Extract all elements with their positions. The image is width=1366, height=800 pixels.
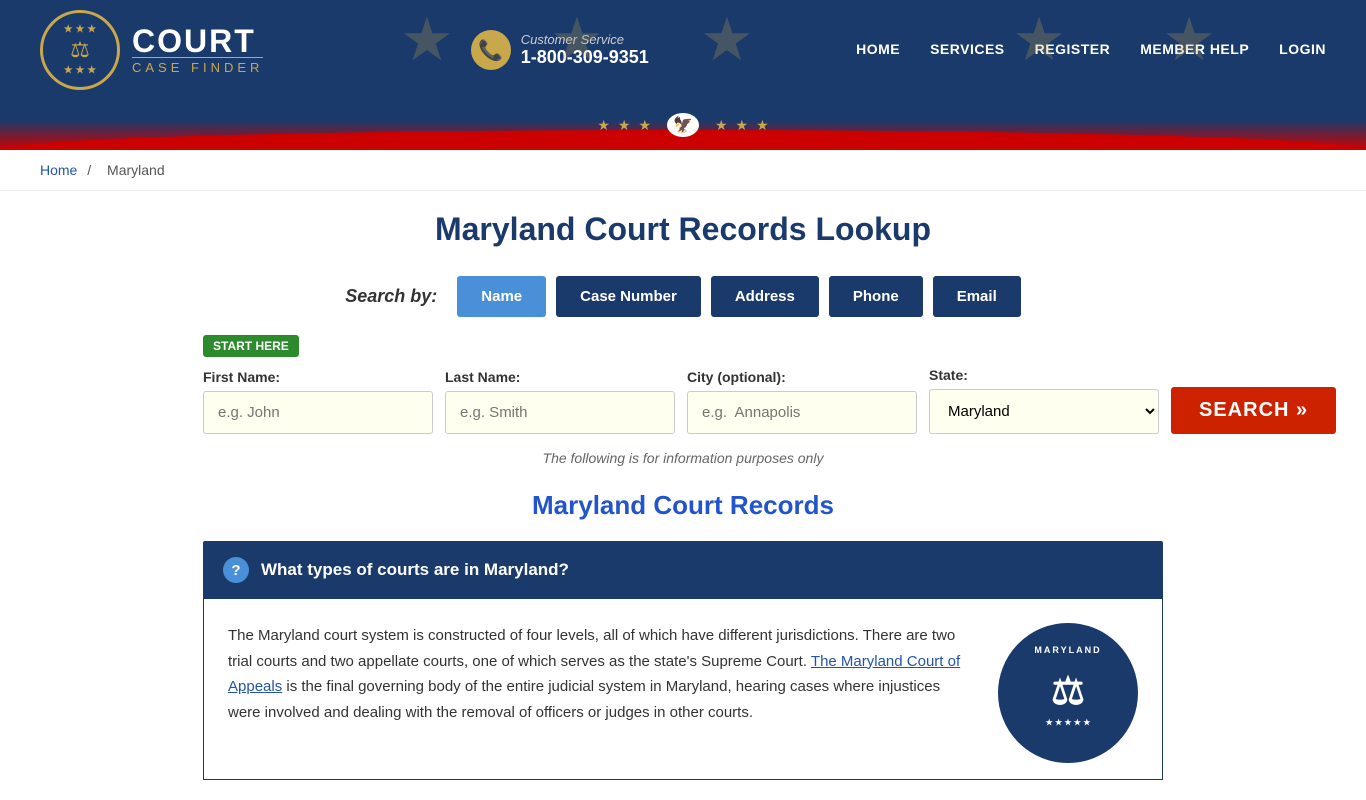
page-title: Maryland Court Records Lookup (203, 211, 1163, 248)
tab-case-number[interactable]: Case Number (556, 276, 701, 317)
main-nav: HOME SERVICES REGISTER MEMBER HELP LOGIN (856, 41, 1326, 59)
tab-phone[interactable]: Phone (829, 276, 923, 317)
stars-banner: ★ ★ ★ 🦅 ★ ★ ★ (0, 100, 1366, 150)
star-right-3: ★ (756, 117, 769, 134)
search-button[interactable]: SEARCH » (1171, 387, 1336, 434)
state-label: State: (929, 367, 1159, 383)
info-text: The following is for information purpose… (203, 450, 1163, 466)
breadcrumb-home[interactable]: Home (40, 162, 77, 178)
faq-text: The Maryland court system is constructed… (228, 623, 974, 725)
city-label: City (optional): (687, 369, 917, 385)
eagle-area: ★ ★ ★ 🦅 ★ ★ ★ (597, 113, 768, 137)
first-name-input[interactable] (203, 391, 433, 434)
site-header: ★ ★ ★ ★ ★ ★ ★ ★ ⚖ ★ ★ ★ COURT CASE FINDE… (0, 0, 1366, 100)
seal-top-text: MARYLAND (1034, 645, 1101, 655)
seal-scales-icon: ⚖ (1051, 669, 1085, 714)
phone-icon: 📞 (471, 30, 511, 70)
tab-name[interactable]: Name (457, 276, 546, 317)
faq-header[interactable]: ? What types of courts are in Maryland? (203, 541, 1163, 599)
first-name-label: First Name: (203, 369, 433, 385)
search-by-label: Search by: (345, 286, 437, 307)
cs-text: Customer Service 1-800-309-9351 (521, 32, 649, 68)
eagle-symbol: 🦅 (667, 113, 699, 137)
nav-services[interactable]: SERVICES (930, 41, 1005, 59)
seal-stars: ★ ★ ★ ★ ★ (1046, 718, 1091, 727)
last-name-group: Last Name: (445, 369, 675, 434)
nav-register[interactable]: REGISTER (1035, 41, 1111, 59)
faq-question: What types of courts are in Maryland? (261, 560, 569, 580)
section-title: Maryland Court Records (203, 490, 1163, 521)
star-left-3: ★ (638, 117, 651, 134)
city-group: City (optional): (687, 369, 917, 434)
state-group: State: AlabamaAlaskaArizonaArkansasCalif… (929, 367, 1159, 434)
customer-service: 📞 Customer Service 1-800-309-9351 (471, 30, 649, 70)
logo-case-finder-text: CASE FINDER (132, 57, 263, 75)
maryland-seal: MARYLAND ⚖ ★ ★ ★ ★ ★ (998, 623, 1138, 763)
start-here-badge: START HERE (203, 335, 1163, 367)
logo-text: COURT CASE FINDER (132, 25, 263, 75)
seal-area: MARYLAND ⚖ ★ ★ ★ ★ ★ (998, 623, 1138, 763)
nav-login[interactable]: LOGIN (1279, 41, 1326, 59)
cs-label: Customer Service (521, 32, 649, 47)
breadcrumb-separator: / (87, 162, 91, 178)
last-name-label: Last Name: (445, 369, 675, 385)
search-form: First Name: Last Name: City (optional): … (203, 367, 1163, 434)
star-left-1: ★ (597, 117, 610, 134)
star-right-2: ★ (736, 117, 749, 134)
breadcrumb: Home / Maryland (0, 150, 1366, 191)
breadcrumb-current: Maryland (107, 162, 165, 178)
faq-section: ? What types of courts are in Maryland? … (203, 541, 1163, 780)
faq-body-end: is the final governing body of the entir… (228, 678, 940, 721)
logo-scales-icon: ⚖ (64, 37, 96, 63)
search-by-row: Search by: Name Case Number Address Phon… (203, 276, 1163, 317)
nav-home[interactable]: HOME (856, 41, 900, 59)
tab-email[interactable]: Email (933, 276, 1021, 317)
star-right-1: ★ (715, 117, 728, 134)
logo-court-text: COURT (132, 25, 263, 57)
start-here-label: START HERE (203, 335, 299, 357)
tab-address[interactable]: Address (711, 276, 819, 317)
logo-circle: ★ ★ ★ ⚖ ★ ★ ★ (40, 10, 120, 90)
state-select[interactable]: AlabamaAlaskaArizonaArkansasCaliforniaCo… (929, 389, 1159, 434)
faq-content: The Maryland court system is constructed… (203, 599, 1163, 780)
faq-icon: ? (223, 557, 249, 583)
logo-area: ★ ★ ★ ⚖ ★ ★ ★ COURT CASE FINDER (40, 10, 263, 90)
star-left-2: ★ (618, 117, 631, 134)
cs-phone: 1-800-309-9351 (521, 47, 649, 68)
main-content: Maryland Court Records Lookup Search by:… (183, 191, 1183, 800)
first-name-group: First Name: (203, 369, 433, 434)
last-name-input[interactable] (445, 391, 675, 434)
nav-member-help[interactable]: MEMBER HELP (1140, 41, 1249, 59)
city-input[interactable] (687, 391, 917, 434)
